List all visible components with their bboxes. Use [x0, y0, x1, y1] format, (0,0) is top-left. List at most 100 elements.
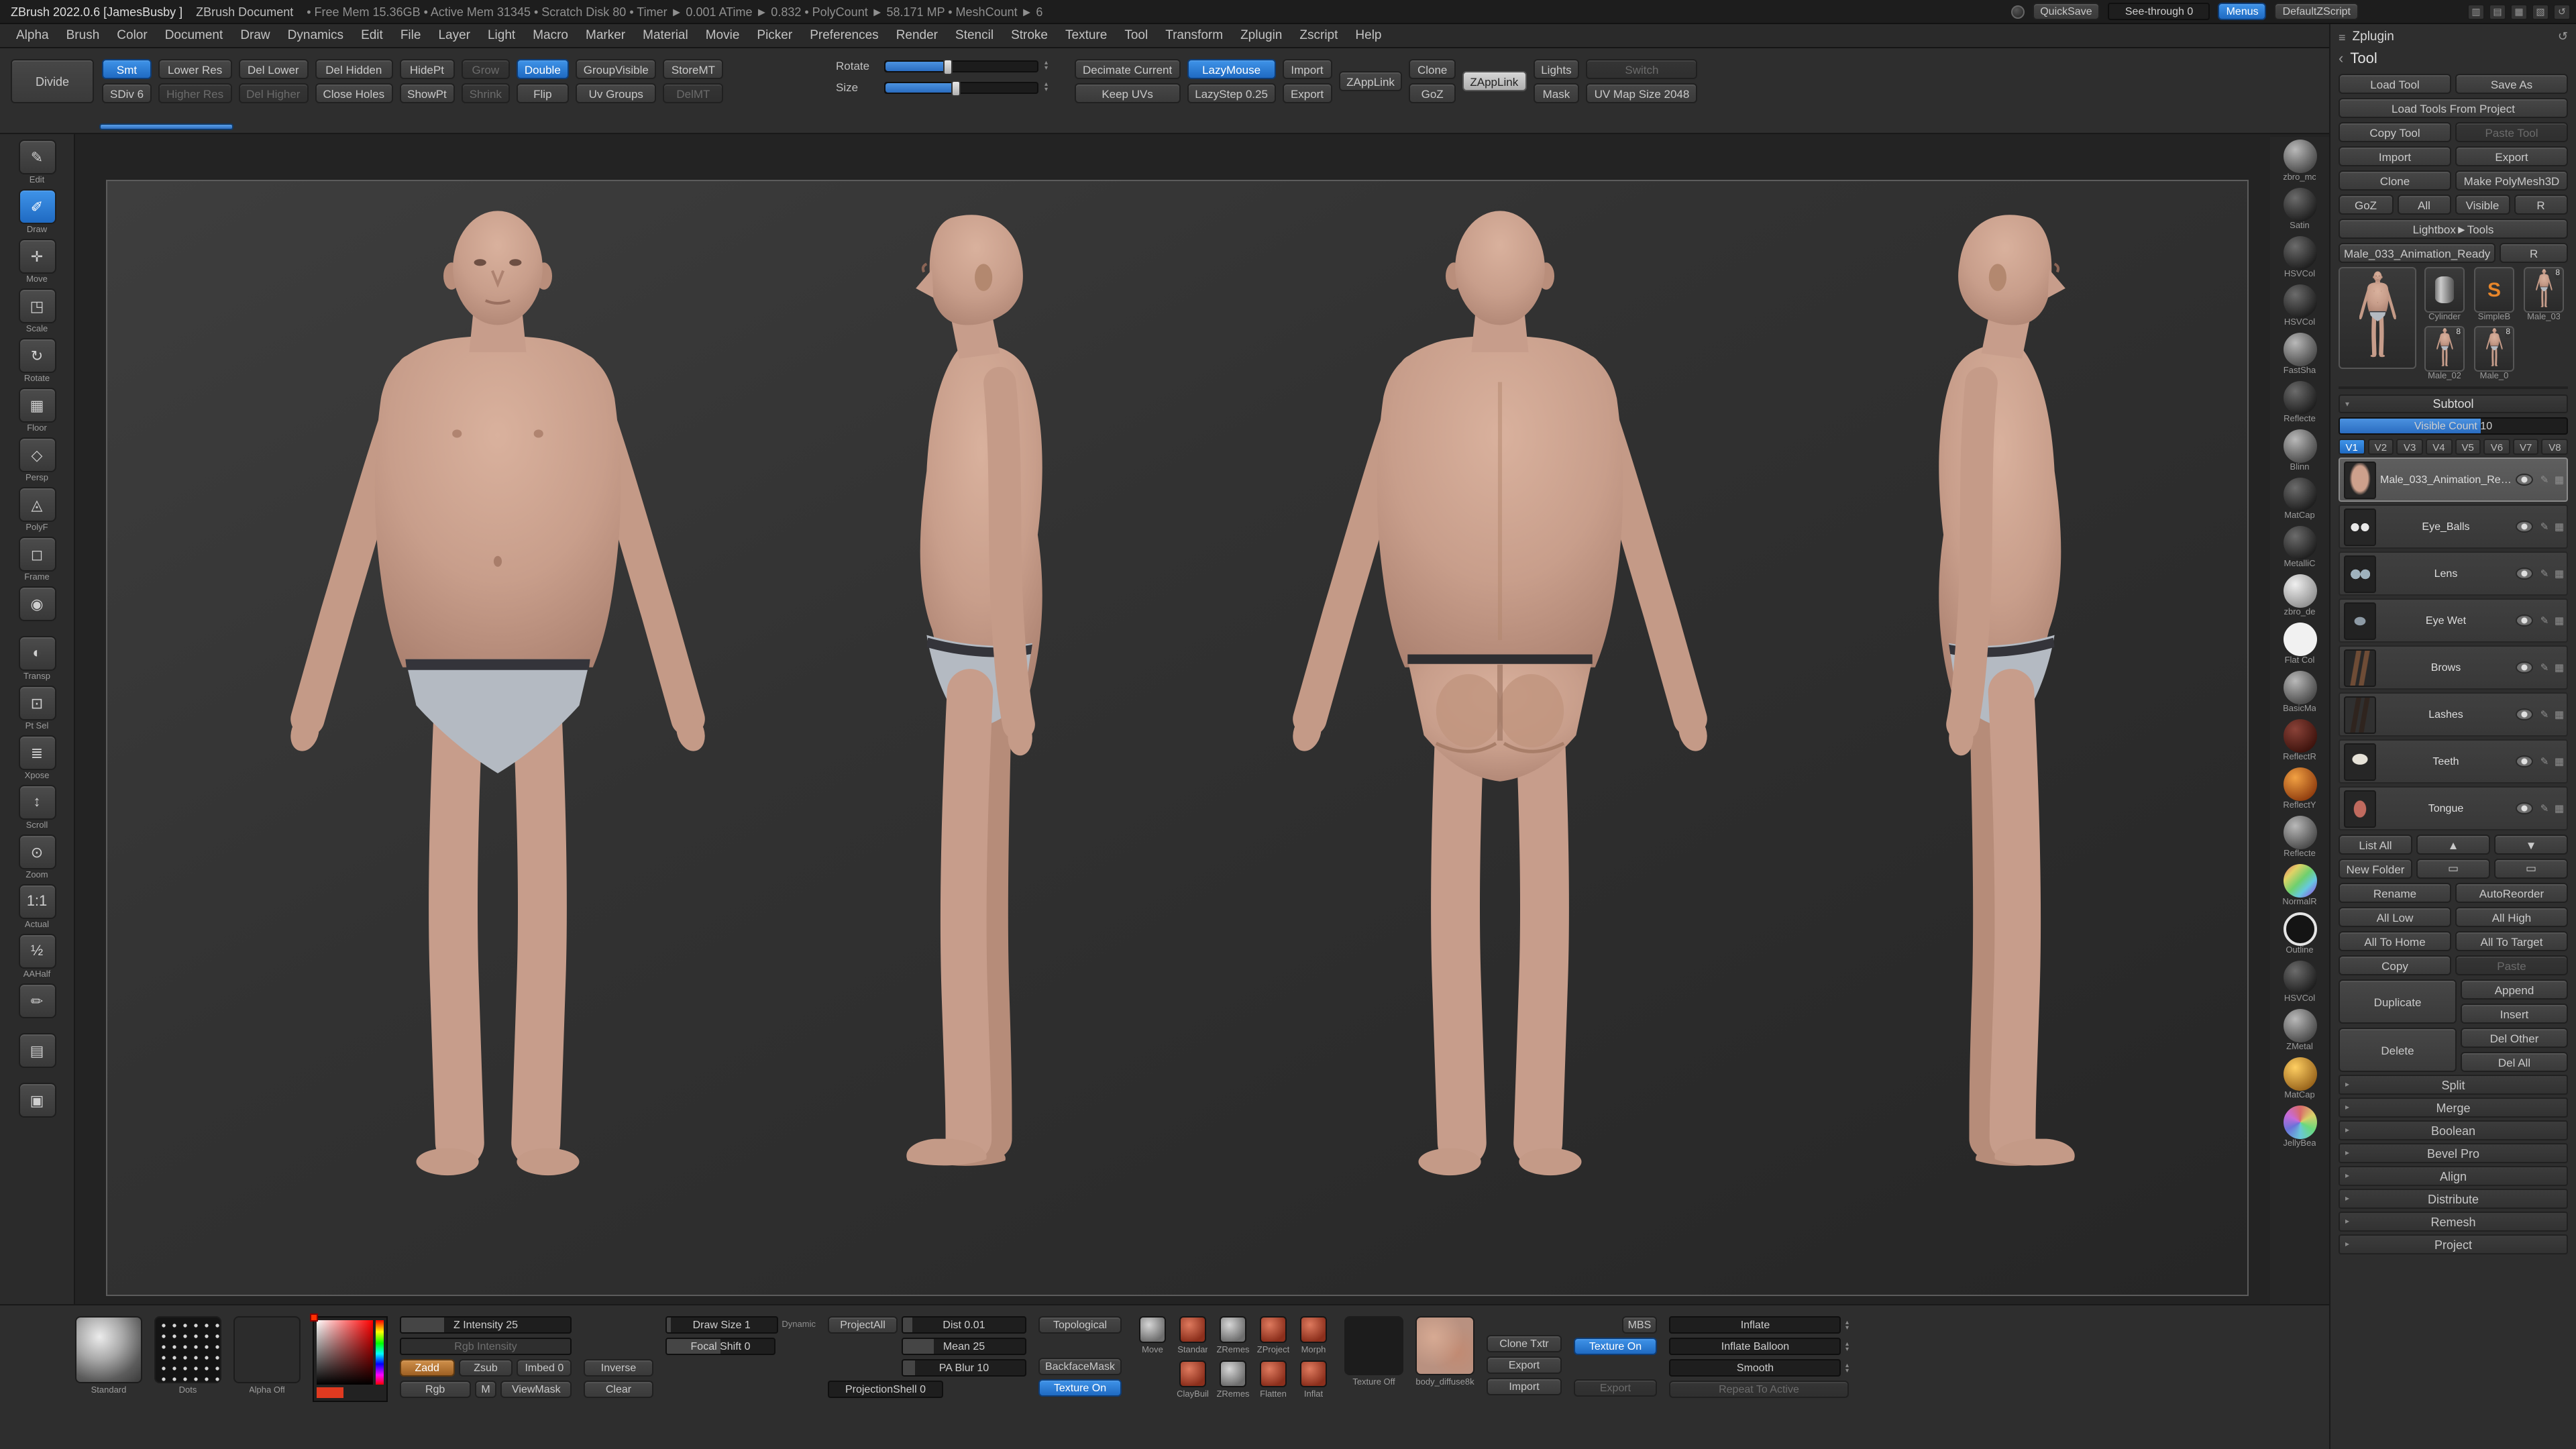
menu-item[interactable]: Brush: [58, 25, 108, 46]
gizmo-button[interactable]: ▣: [18, 1083, 56, 1128]
floor-grid-button[interactable]: ▦ Floor: [18, 388, 56, 433]
folder-icon[interactable]: ▭: [2416, 859, 2490, 879]
load-tool-button[interactable]: Load Tool: [2339, 74, 2451, 94]
shelf-button[interactable]: UV Map Size 2048: [1586, 83, 1698, 103]
color-gradient-square[interactable]: [317, 1320, 373, 1385]
panel-cycle-icon[interactable]: ↺: [2558, 30, 2568, 44]
panel-menu-icon[interactable]: ≡: [2339, 30, 2346, 44]
shelf-button[interactable]: GroupVisible: [575, 59, 657, 79]
menu-item[interactable]: Stencil: [947, 25, 1002, 46]
rgb-intensity-slider[interactable]: Rgb Intensity: [400, 1338, 572, 1355]
inverse-button[interactable]: Inverse: [584, 1359, 653, 1377]
subtool-action-button[interactable]: Copy: [2339, 955, 2451, 975]
material-item[interactable]: Reflecte: [2273, 381, 2326, 424]
menu-item[interactable]: Dynamics: [280, 25, 352, 46]
subtool-view-tab[interactable]: V8: [2541, 439, 2568, 455]
shelf-button[interactable]: ZAppLink: [1462, 71, 1527, 91]
tool-subpalette[interactable]: ▸ Project: [2339, 1234, 2568, 1254]
subtool-row[interactable]: Tongue ✎ ▦: [2339, 786, 2568, 830]
tool-subpalette[interactable]: ▸ Merge: [2339, 1097, 2568, 1118]
quicksave-button[interactable]: QuickSave: [2032, 3, 2100, 20]
brush-slot[interactable]: ZRemes: [1214, 1316, 1252, 1355]
sculpt-brush-button[interactable]: ✏: [18, 983, 56, 1029]
material-item[interactable]: ZMetal: [2273, 1009, 2326, 1052]
subtool-brush-icon[interactable]: ✎: [2537, 661, 2552, 674]
shelf-button[interactable]: Decimate Current: [1075, 59, 1181, 79]
polyframe-button[interactable]: ◬ PolyF: [18, 487, 56, 533]
subtool-brush-icon[interactable]: ✎: [2537, 802, 2552, 814]
inflate-slider[interactable]: Inflate: [1669, 1316, 1841, 1334]
current-material-thumbnail[interactable]: [75, 1316, 142, 1383]
actual-size-button[interactable]: 1:1 Actual: [18, 884, 56, 930]
tool-thumbnail-male[interactable]: 8: [2424, 326, 2465, 372]
subtool-mask-icon[interactable]: ▦: [2552, 568, 2567, 580]
aahalf-button[interactable]: ½ AAHalf: [18, 934, 56, 979]
shelf-button[interactable]: ZAppLink: [1338, 71, 1403, 91]
list-all-button[interactable]: List All: [2339, 835, 2412, 855]
shelf-button[interactable]: SDiv 6: [102, 83, 152, 103]
current-stroke-thumbnail[interactable]: [154, 1316, 221, 1383]
delete-button[interactable]: Delete: [2339, 1028, 2457, 1072]
material-item[interactable]: ReflectY: [2273, 767, 2326, 810]
subtool-down-icon[interactable]: ▼: [2494, 835, 2568, 855]
subtool-action-button[interactable]: All Low: [2339, 907, 2451, 927]
shelf-button[interactable]: Close Holes: [315, 83, 393, 103]
save-as-button[interactable]: Save As: [2455, 74, 2568, 94]
subtool-mask-icon[interactable]: ▦: [2552, 802, 2567, 814]
shelf-button[interactable]: Smt: [102, 59, 152, 79]
inflate-balloon-slider[interactable]: Inflate Balloon: [1669, 1338, 1841, 1355]
backface-mask-button[interactable]: BackfaceMask: [1038, 1358, 1122, 1375]
shelf-button[interactable]: Uv Groups: [575, 83, 657, 103]
grid-toggle-button[interactable]: ▤: [18, 1033, 56, 1079]
menu-item[interactable]: Render: [888, 25, 946, 46]
tool-subpalette[interactable]: ▸ Distribute: [2339, 1189, 2568, 1209]
subtool-mask-icon[interactable]: ▦: [2552, 474, 2567, 486]
zsub-button[interactable]: Zsub: [458, 1359, 513, 1377]
visibility-eye-icon[interactable]: [2516, 708, 2533, 720]
texture-map-thumbnail[interactable]: [1415, 1316, 1474, 1375]
tool-subpalette[interactable]: ▸ Align: [2339, 1166, 2568, 1186]
subtool-view-tab[interactable]: V6: [2483, 439, 2510, 455]
material-item[interactable]: Flat Col: [2273, 623, 2326, 665]
material-item[interactable]: HSVCol: [2273, 961, 2326, 1004]
subtool-view-tab[interactable]: V7: [2512, 439, 2539, 455]
shelf-button[interactable]: ShowPt: [399, 83, 455, 103]
menu-item[interactable]: Layer: [430, 25, 478, 46]
viewport-canvas[interactable]: [106, 180, 2249, 1296]
subtool-brush-icon[interactable]: ✎: [2537, 755, 2552, 767]
tool-thumbnail-male[interactable]: 8: [2524, 267, 2564, 313]
shelf-button[interactable]: Higher Res: [158, 83, 232, 103]
visibility-eye-icon[interactable]: [2516, 474, 2533, 486]
goz-all-button[interactable]: All: [2397, 195, 2451, 215]
camera-button[interactable]: ◉: [18, 586, 56, 632]
shelf-button[interactable]: Del Lower: [238, 59, 309, 79]
shelf-button[interactable]: StoreMT: [663, 59, 723, 79]
hue-strip[interactable]: [376, 1320, 384, 1385]
menu-item[interactable]: Help: [1347, 25, 1389, 46]
focal-shift-slider[interactable]: Focal Shift 0: [665, 1338, 775, 1355]
new-folder-button[interactable]: New Folder: [2339, 859, 2412, 879]
tool-thumbnail-male[interactable]: 8: [2474, 326, 2514, 372]
subtool-brush-icon[interactable]: ✎: [2537, 614, 2552, 627]
rotate-mode-button[interactable]: ↻ Rotate: [18, 338, 56, 384]
size-slider[interactable]: [884, 80, 1039, 96]
goz-r-button[interactable]: R: [2514, 195, 2568, 215]
brush-slot[interactable]: Move: [1134, 1316, 1171, 1355]
subtool-mask-icon[interactable]: ▦: [2552, 521, 2567, 533]
shelf-button[interactable]: DelMT: [663, 83, 723, 103]
material-item[interactable]: HSVCol: [2273, 236, 2326, 279]
shelf-button[interactable]: Del Hidden: [315, 59, 393, 79]
brush-slot[interactable]: Morph: [1295, 1316, 1332, 1355]
subtool-view-tab[interactable]: V3: [2396, 439, 2423, 455]
shelf-button[interactable]: LazyStep 0.25: [1187, 83, 1276, 103]
draw-mode-button[interactable]: ✐ Draw: [18, 189, 56, 235]
current-tool-name[interactable]: Male_033_Animation_Ready: [2339, 243, 2496, 263]
menu-item[interactable]: Texture: [1057, 25, 1115, 46]
lightbox-tools-button[interactable]: Lightbox►Tools: [2339, 219, 2568, 239]
subtool-mask-icon[interactable]: ▦: [2552, 614, 2567, 627]
smooth-slider[interactable]: Smooth: [1669, 1359, 1841, 1377]
goz-visible-button[interactable]: Visible: [2455, 195, 2510, 215]
viewmask-button[interactable]: ViewMask: [500, 1381, 572, 1398]
dist-slider[interactable]: Dist 0.01: [902, 1316, 1026, 1334]
subtool-brush-icon[interactable]: ✎: [2537, 568, 2552, 580]
